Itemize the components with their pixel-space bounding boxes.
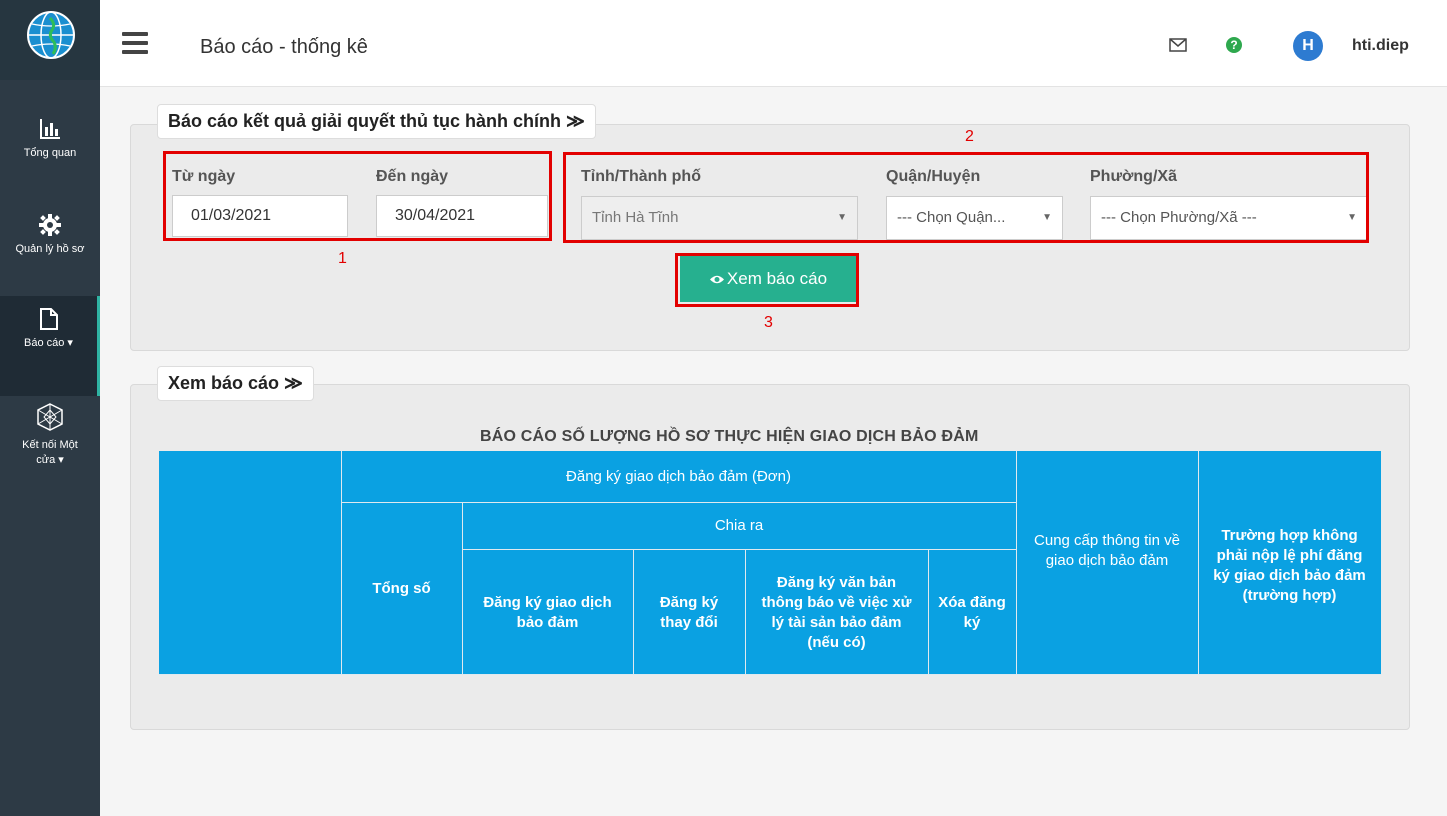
sidebar-item-label-2: cửa ▾: [36, 454, 64, 466]
annotation-number-1: 1: [338, 250, 347, 267]
annotation-number-3: 3: [764, 314, 773, 331]
globe-logo-icon[interactable]: [26, 10, 76, 60]
avatar[interactable]: H: [1293, 31, 1323, 61]
mail-icon[interactable]: [1169, 38, 1187, 52]
sidebar-item-label: Tổng quan: [23, 147, 77, 159]
header-col-register: Đăng ký giao dịch bảo đảm: [483, 593, 612, 631]
sidebar-item-connect[interactable]: Kết nối Một cửa ▾: [0, 402, 100, 468]
header-col-nofee: Trường hợp không phải nộp lệ phí đăng ký…: [1213, 527, 1366, 604]
sidebar-item-records[interactable]: Quản lý hồ sơ: [0, 214, 100, 257]
page-title: Báo cáo - thống kê: [200, 36, 368, 58]
network-icon: [37, 403, 63, 431]
username[interactable]: hti.diep: [1352, 37, 1409, 55]
header-breakdown: Chia ra: [714, 517, 764, 534]
report-panel-legend[interactable]: Xem báo cáo ≫: [157, 366, 314, 401]
filter-panel-legend[interactable]: Báo cáo kết quả giải quyết thủ tục hành …: [157, 104, 596, 139]
sidebar-item-label: Báo cáo ▾: [24, 337, 73, 349]
gear-icon: [39, 214, 61, 236]
report-table: Đăng ký giao dịch bảo đảm (Đơn) Tổng số …: [159, 451, 1381, 675]
logo-area: [0, 0, 100, 80]
help-icon[interactable]: ?: [1226, 37, 1242, 53]
header-col-change: Đăng ký thay đổi: [659, 593, 719, 631]
sidebar-item-label: Quản lý hồ sơ: [15, 243, 85, 255]
annotation-box-location: [563, 152, 1369, 243]
sidebar-item-overview[interactable]: Tổng quan: [0, 118, 100, 161]
file-icon: [39, 308, 58, 330]
annotation-box-button: [675, 253, 859, 307]
sidebar-item-reports[interactable]: Báo cáo ▾: [0, 296, 100, 396]
annotation-box-dates: [163, 151, 552, 241]
header-registration-group: Đăng ký giao dịch bảo đảm (Đơn): [566, 467, 791, 485]
annotation-number-2: 2: [965, 128, 974, 145]
sidebar-item-label: Kết nối Một: [22, 439, 78, 451]
bar-chart-icon: [40, 119, 60, 139]
report-title: BÁO CÁO SỐ LƯỢNG HỒ SƠ THỰC HIỆN GIAO DỊ…: [480, 428, 979, 445]
menu-toggle-icon[interactable]: [122, 32, 148, 54]
top-header: Báo cáo - thống kê ? H hti.diep: [100, 0, 1447, 87]
header-col-delete: Xóa đăng ký: [938, 593, 1006, 631]
header-col-info: Cung cấp thông tin về giao dịch bảo đảm: [1034, 532, 1180, 569]
sidebar: Tổng quan Quản lý hồ sơ Báo cáo ▾ Kết nố…: [0, 0, 100, 816]
header-col-notice: Đăng ký văn bản thông báo về việc xử lý …: [761, 573, 912, 651]
header-total: Tổng số: [372, 580, 431, 597]
